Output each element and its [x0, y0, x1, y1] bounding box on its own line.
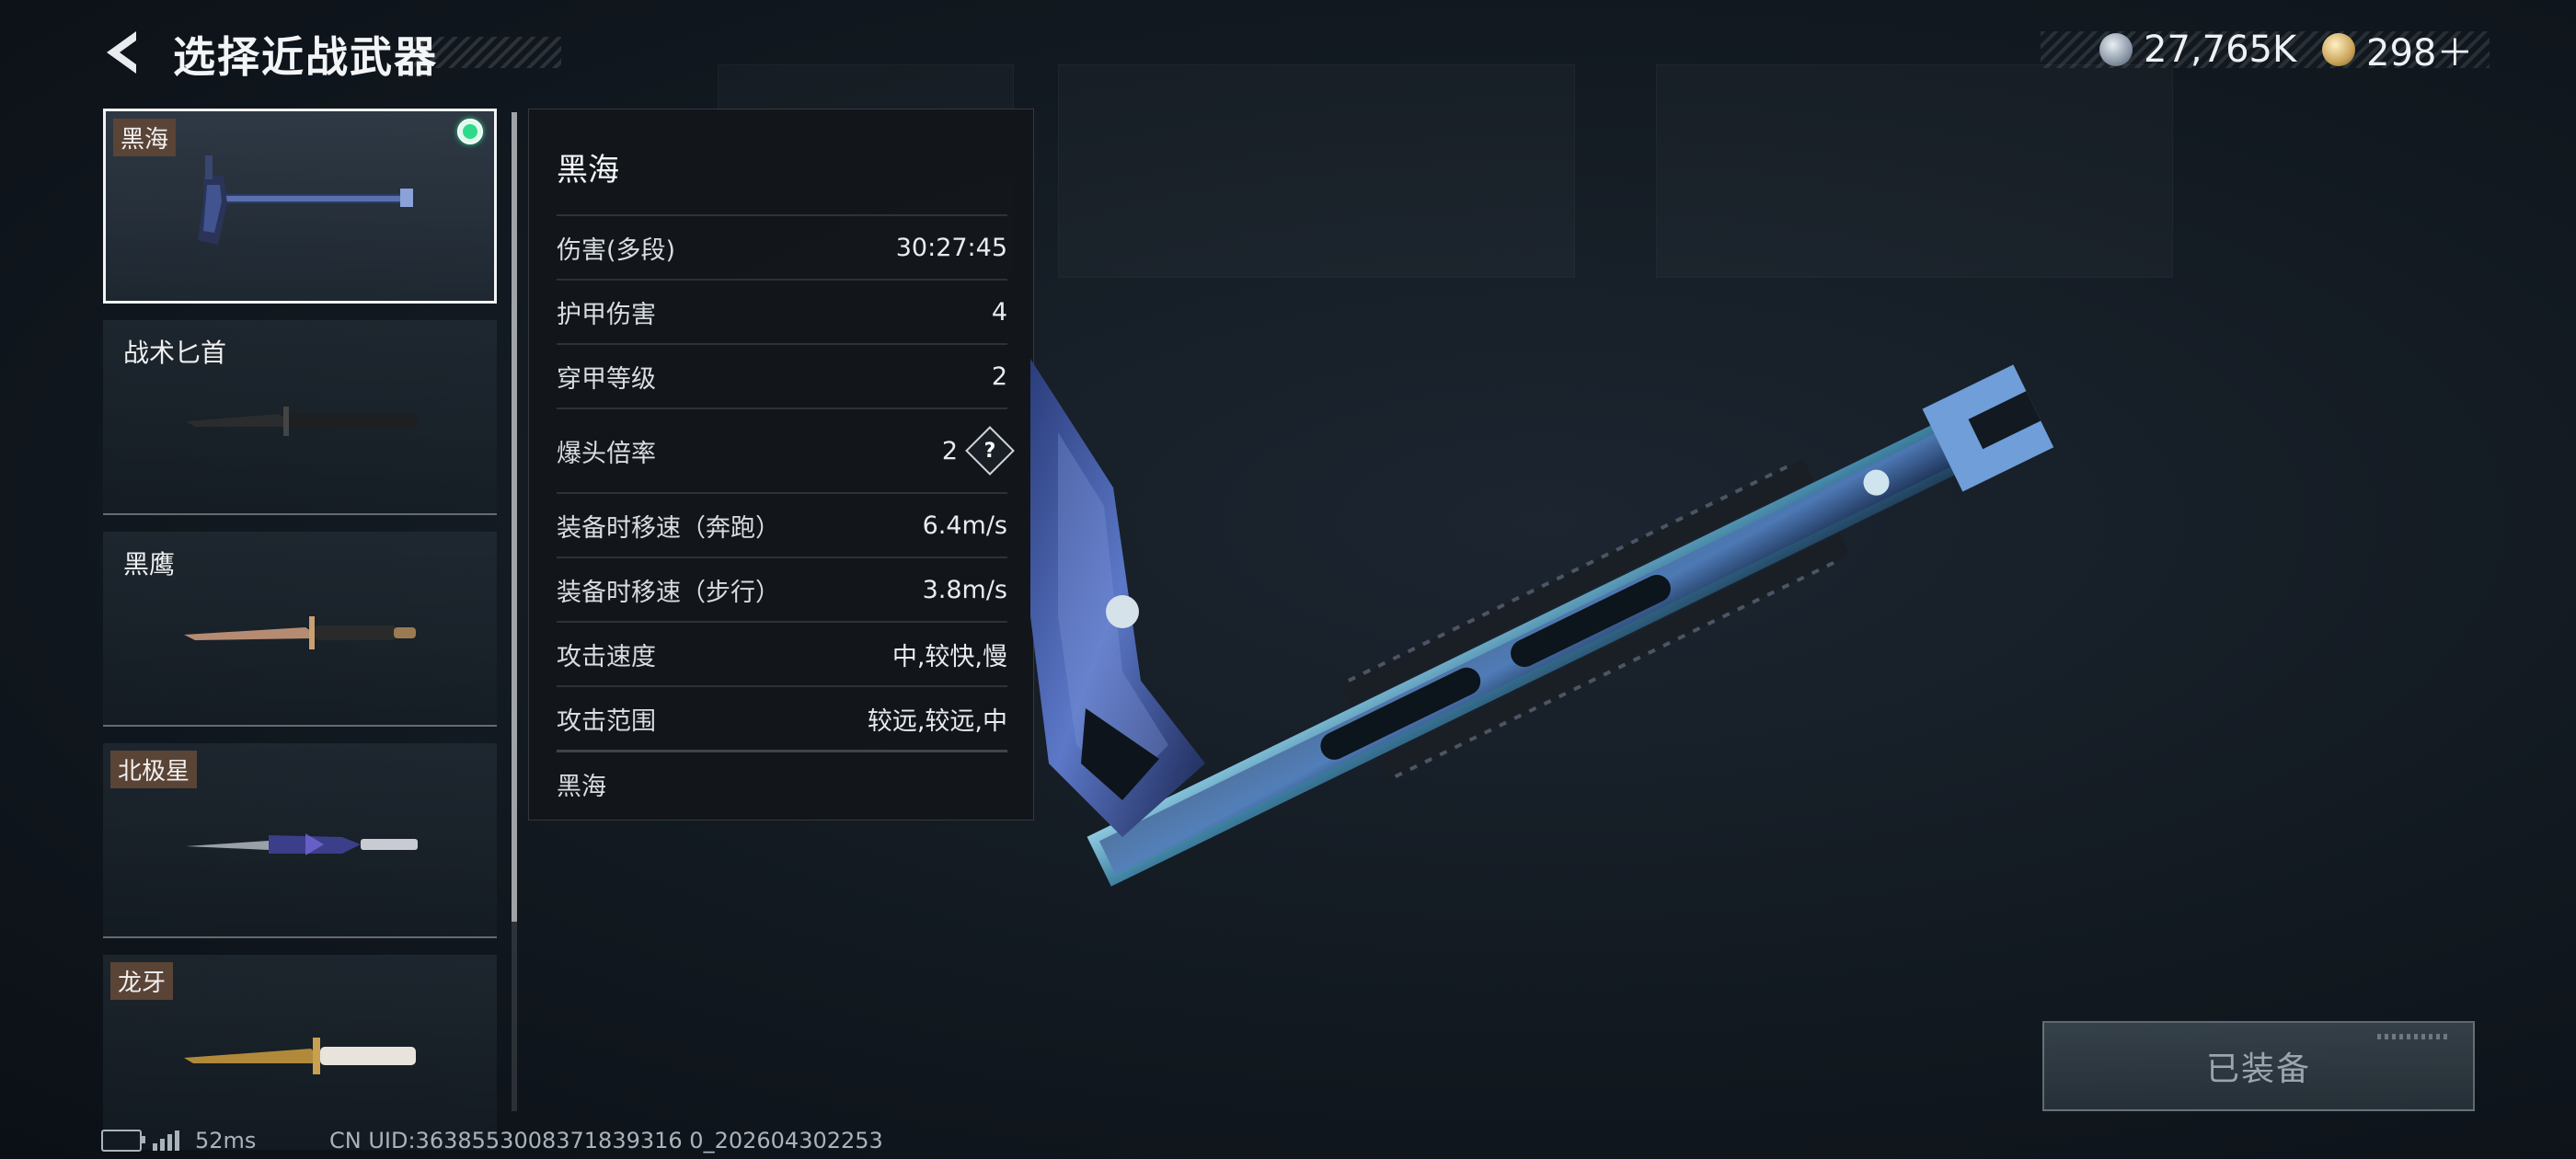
currency-silver-value: 27,765K: [2144, 29, 2297, 71]
knife-thumbnail-icon: [186, 833, 418, 855]
stat-footer-row: 黑海: [557, 750, 1007, 815]
stat-row: 穿甲等级 2: [557, 343, 1007, 407]
stat-row: 装备时移速（步行） 3.8m/s: [557, 557, 1007, 621]
weapon-card-label: 黑鹰: [123, 549, 176, 580]
weapon-preview-image[interactable]: [994, 248, 2098, 1039]
silver-coin-icon: [2099, 33, 2133, 66]
axe-thumbnail-icon: [198, 155, 413, 245]
page-title: 选择近战武器: [173, 32, 438, 82]
battery-icon: [101, 1130, 145, 1152]
stat-row: 爆头倍率 2 ?: [557, 407, 1015, 492]
stat-footer-text: 黑海: [557, 772, 606, 801]
stat-label: 爆头倍率: [557, 439, 656, 468]
weapon-card-label: 北极星: [110, 751, 198, 788]
title-decoration: [414, 37, 561, 68]
equipped-button[interactable]: 已装备: [2042, 1021, 2475, 1111]
stat-row: 装备时移速（奔跑） 6.4m/s: [557, 492, 1007, 557]
stat-label: 穿甲等级: [557, 364, 656, 394]
back-arrow-icon[interactable]: [99, 28, 144, 77]
stat-value: 2: [941, 436, 958, 465]
stat-label: 攻击范围: [557, 706, 656, 736]
stat-row: 护甲伤害 4: [557, 279, 1007, 343]
stat-label: 装备时移速（步行）: [557, 578, 780, 607]
currency-silver[interactable]: 27,765K: [2099, 28, 2296, 72]
stat-value: 30:27:45: [895, 233, 1007, 262]
stat-row: 攻击范围 较远,较远,中: [557, 685, 1007, 750]
weapon-stats-panel: 黑海 伤害(多段) 30:27:45 护甲伤害 4 穿甲等级 2 爆头倍率 2 …: [528, 109, 1034, 820]
currency-gold[interactable]: 298＋: [2322, 28, 2473, 75]
stat-row: 伤害(多段) 30:27:45: [557, 214, 1007, 279]
user-uid: CN UID:3638553008371839316 0_20260430225…: [329, 1128, 883, 1153]
weapon-card-label: 龙牙: [110, 962, 174, 1000]
signal-icon: [153, 1130, 182, 1151]
weapon-card-black-hawk[interactable]: 黑鹰: [103, 532, 497, 727]
knife-thumbnail-icon: [186, 407, 418, 436]
weapon-card-dragon-fang[interactable]: 龙牙: [103, 955, 497, 1150]
weapon-list: 黑海 战术匕首 黑鹰 北极星 龙牙: [103, 109, 497, 1150]
ping-value: 52ms: [195, 1128, 257, 1153]
equipped-indicator-icon: [457, 119, 483, 144]
stat-label: 攻击速度: [557, 642, 656, 671]
background-panel: [1656, 64, 2173, 278]
knife-thumbnail-icon: [184, 616, 416, 649]
stat-row: 攻击速度 中,较快,慢: [557, 621, 1007, 685]
weapon-card-black-sea[interactable]: 黑海: [103, 109, 497, 304]
weapon-card-label: 战术匕首: [123, 338, 227, 368]
stat-value: 中,较快,慢: [891, 642, 1007, 671]
stat-label: 护甲伤害: [557, 300, 656, 329]
stat-value: 较远,较远,中: [867, 706, 1007, 736]
weapon-card-label: 黑海: [113, 119, 177, 156]
stats-weapon-name: 黑海: [557, 152, 619, 189]
status-bar: 52ms: [101, 1128, 256, 1153]
stat-label: 伤害(多段): [557, 235, 676, 265]
currency-gold-value: 298＋: [2366, 32, 2474, 75]
weapon-card-tactical-knife[interactable]: 战术匕首: [103, 320, 497, 515]
knife-thumbnail-icon: [184, 1038, 416, 1074]
weapon-list-scrollbar[interactable]: [512, 112, 517, 1111]
gold-coin-icon: [2322, 33, 2355, 66]
background-panel: [1058, 64, 1575, 278]
stat-label: 装备时移速（奔跑）: [557, 513, 780, 543]
equipped-button-label: 已装备: [2205, 1050, 2311, 1088]
weapon-card-polaris[interactable]: 北极星: [103, 743, 497, 938]
